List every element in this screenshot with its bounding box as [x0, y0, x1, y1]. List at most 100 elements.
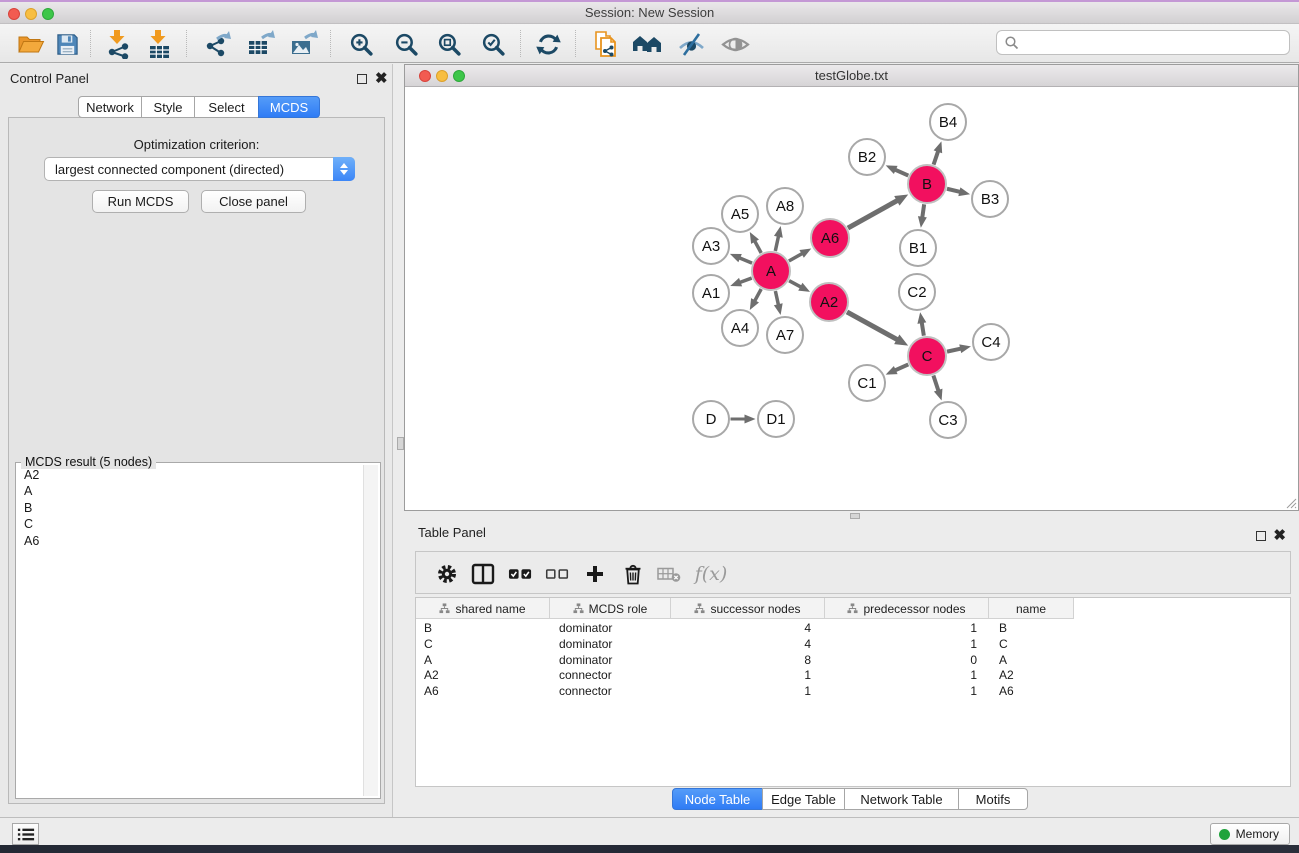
graph-node-A4[interactable]: A4 [722, 310, 758, 346]
result-list-item[interactable]: A2 [16, 467, 362, 483]
network-window-zoom-button[interactable] [453, 70, 465, 82]
graph-node-A6[interactable]: A6 [811, 219, 849, 257]
table-row[interactable]: Bdominator41B [416, 621, 1290, 637]
graph-edge-A-A2[interactable] [789, 281, 801, 287]
graph-edge-A6-B[interactable] [848, 200, 898, 228]
window-zoom-button[interactable] [42, 8, 54, 20]
table-cell[interactable]: B [416, 621, 550, 637]
graph-edge-B-B2[interactable] [895, 170, 908, 176]
search-input[interactable] [1020, 33, 1289, 53]
show-hide-vizmapper-button[interactable] [674, 28, 708, 60]
table-row[interactable]: Cdominator41C [416, 637, 1290, 653]
table-cell[interactable]: C [416, 637, 550, 653]
graph-node-A7[interactable]: A7 [767, 317, 803, 353]
graph-node-D1[interactable]: D1 [758, 401, 794, 437]
graph-edge-A-A1[interactable] [740, 278, 752, 282]
table-cell[interactable]: A2 [989, 668, 1074, 684]
graph-node-A1[interactable]: A1 [693, 275, 729, 311]
graph-node-A8[interactable]: A8 [767, 188, 803, 224]
graph-node-C2[interactable]: C2 [899, 274, 935, 310]
graph-edge-B-B1[interactable] [922, 204, 924, 217]
table-cell[interactable]: 1 [671, 684, 825, 700]
result-list-item[interactable]: A [16, 483, 362, 499]
graph-edge-A-A6[interactable] [789, 253, 803, 261]
graph-node-B4[interactable]: B4 [930, 104, 966, 140]
split-table-view-button[interactable] [468, 560, 498, 588]
close-panel-button[interactable]: Close panel [201, 190, 306, 213]
zoom-in-button[interactable] [344, 28, 378, 60]
zoom-selected-button[interactable] [476, 28, 510, 60]
table-cell[interactable]: dominator [550, 653, 671, 669]
import-network-button[interactable] [101, 28, 135, 60]
zoom-out-button[interactable] [389, 28, 423, 60]
task-history-button[interactable] [12, 823, 39, 845]
graph-node-A2[interactable]: A2 [810, 283, 848, 321]
tab-network[interactable]: Network [78, 96, 142, 118]
table-cell[interactable]: dominator [550, 637, 671, 653]
graph-edge-A-A8[interactable] [775, 236, 778, 251]
tab-mcds[interactable]: MCDS [258, 96, 320, 118]
graph-edge-A2-C[interactable] [847, 312, 898, 340]
criterion-dropdown[interactable]: largest connected component (directed) [44, 157, 355, 181]
column-header-name[interactable]: name [989, 598, 1074, 619]
network-window-close-button[interactable] [419, 70, 431, 82]
horizontal-splitter-handle[interactable] [850, 513, 860, 519]
tab-network-table[interactable]: Network Table [844, 788, 959, 810]
show-graphics-details-button[interactable] [718, 28, 752, 60]
graph-node-B2[interactable]: B2 [849, 139, 885, 175]
column-header-MCDS-role[interactable]: MCDS role [550, 598, 671, 619]
zoom-fit-button[interactable] [432, 28, 466, 60]
new-network-from-selection-button[interactable] [588, 28, 622, 60]
graph-node-A5[interactable]: A5 [722, 196, 758, 232]
table-row[interactable]: A2connector11A2 [416, 668, 1290, 684]
column-header-predecessor-nodes[interactable]: predecessor nodes [825, 598, 989, 619]
export-table-button[interactable] [244, 28, 278, 60]
graph-edge-C-C3[interactable] [933, 375, 938, 391]
save-session-button[interactable] [50, 28, 84, 60]
graph-edge-B-B4[interactable] [934, 151, 939, 165]
table-cell[interactable]: connector [550, 668, 671, 684]
table-cell[interactable]: dominator [550, 621, 671, 637]
table-cell[interactable]: 1 [825, 668, 989, 684]
result-list-scrollbar[interactable] [363, 465, 378, 796]
graph-node-B3[interactable]: B3 [972, 181, 1008, 217]
tab-style[interactable]: Style [141, 96, 195, 118]
table-cell[interactable]: A2 [416, 668, 550, 684]
graph-node-C4[interactable]: C4 [973, 324, 1009, 360]
add-row-button[interactable] [580, 560, 610, 588]
graph-node-D[interactable]: D [693, 401, 729, 437]
run-mcds-button[interactable]: Run MCDS [92, 190, 189, 213]
tab-node-table[interactable]: Node Table [672, 788, 763, 810]
table-cell[interactable]: connector [550, 684, 671, 700]
table-cell[interactable]: 1 [671, 668, 825, 684]
table-cell[interactable]: 8 [671, 653, 825, 669]
result-list-item[interactable]: A6 [16, 533, 362, 549]
graph-node-B1[interactable]: B1 [900, 230, 936, 266]
function-builder-button[interactable]: f(x) [690, 560, 732, 588]
column-header-shared-name[interactable]: shared name [416, 598, 550, 619]
graph-edge-C-C2[interactable] [922, 322, 924, 336]
memory-button[interactable]: Memory [1210, 823, 1290, 845]
float-table-panel-icon[interactable] [1256, 531, 1266, 541]
delete-row-button[interactable] [618, 560, 648, 588]
window-resize-grip-icon[interactable] [1284, 496, 1297, 509]
table-cell[interactable]: 4 [671, 621, 825, 637]
graph-node-C[interactable]: C [908, 337, 946, 375]
open-session-button[interactable] [14, 28, 48, 60]
graph-edge-B-B3[interactable] [947, 189, 960, 192]
table-settings-button[interactable] [432, 560, 462, 588]
network-window-minimize-button[interactable] [436, 70, 448, 82]
select-all-button[interactable] [505, 560, 535, 588]
tab-edge-table[interactable]: Edge Table [762, 788, 845, 810]
graph-edge-A-A3[interactable] [739, 258, 752, 263]
import-table-button[interactable] [142, 28, 176, 60]
table-cell[interactable]: A6 [416, 684, 550, 700]
graph-node-C3[interactable]: C3 [930, 402, 966, 438]
table-cell[interactable]: 0 [825, 653, 989, 669]
float-panel-icon[interactable] [357, 74, 367, 84]
table-cell[interactable]: 4 [671, 637, 825, 653]
table-cell[interactable]: C [989, 637, 1074, 653]
graph-edge-C-C4[interactable] [947, 349, 961, 352]
table-cell[interactable]: B [989, 621, 1074, 637]
table-cell[interactable]: 1 [825, 637, 989, 653]
